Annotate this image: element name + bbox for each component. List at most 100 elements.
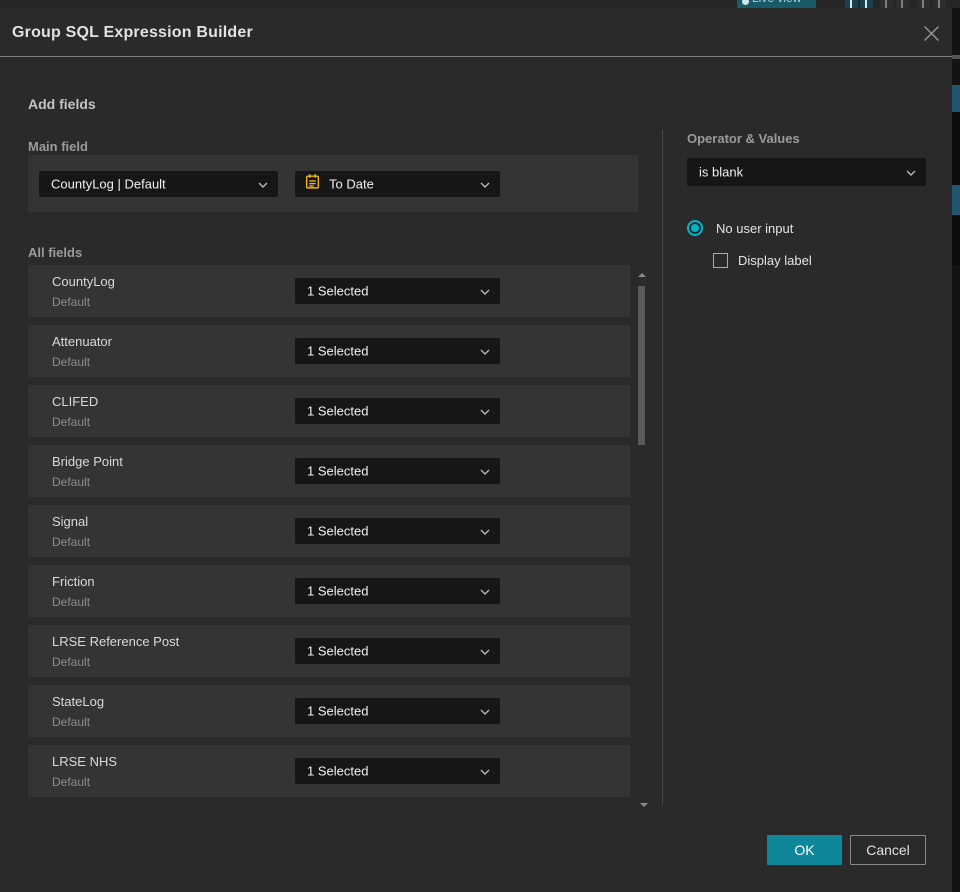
no-user-input-label: No user input (716, 220, 794, 236)
field-selection-value: 1 Selected (307, 343, 369, 359)
field-selection-value: 1 Selected (307, 763, 369, 779)
field-selection-dropdown[interactable]: 1 Selected (295, 278, 500, 304)
field-selection-dropdown[interactable]: 1 Selected (295, 758, 500, 784)
field-selection-value: 1 Selected (307, 283, 369, 299)
calendar-icon (304, 173, 321, 195)
chevron-down-icon (906, 163, 916, 181)
cancel-button[interactable]: Cancel (850, 835, 926, 865)
field-name: LRSE Reference Post (52, 634, 180, 649)
field-selection-dropdown[interactable]: 1 Selected (295, 398, 500, 424)
main-field-dropdown-value: To Date (329, 176, 374, 192)
field-subtitle: Default (52, 355, 91, 369)
field-row: Friction Default 1 Selected (28, 565, 630, 617)
operator-dropdown-value: is blank (699, 164, 744, 180)
field-selection-value: 1 Selected (307, 583, 369, 599)
field-name: Bridge Point (52, 454, 123, 469)
toolbar-icon-fragment (845, 0, 858, 8)
chevron-down-icon (480, 175, 490, 193)
fields-list-scrollbar[interactable] (636, 265, 648, 810)
field-selection-dropdown[interactable]: 1 Selected (295, 638, 500, 664)
field-selection-value: 1 Selected (307, 403, 369, 419)
main-field-box: CountyLog | Default To Date (28, 155, 638, 212)
app-edge-fragment (952, 112, 960, 187)
app-edge-fragment (952, 55, 960, 59)
app-edge-fragment (952, 215, 960, 265)
chevron-down-icon (480, 702, 490, 720)
field-selection-value: 1 Selected (307, 523, 369, 539)
field-subtitle: Default (52, 295, 91, 309)
chevron-down-icon (480, 582, 490, 600)
scroll-up-icon[interactable] (638, 273, 646, 277)
field-name: CountyLog (52, 274, 115, 289)
vertical-divider (662, 130, 663, 805)
live-view-label: Live view (752, 0, 801, 5)
chevron-down-icon (480, 762, 490, 780)
field-name: StateLog (52, 694, 105, 709)
field-row: Signal Default 1 Selected (28, 505, 630, 557)
app-top-strip: Live view (0, 0, 960, 8)
app-right-strip (952, 8, 960, 892)
field-selection-value: 1 Selected (307, 703, 369, 719)
operator-dropdown[interactable]: is blank (687, 158, 926, 186)
field-subtitle: Default (52, 655, 91, 669)
chevron-down-icon (480, 282, 490, 300)
field-name: LRSE NHS (52, 754, 118, 769)
field-subtitle: Default (52, 415, 91, 429)
field-row: LRSE NHS Default 1 Selected (28, 745, 630, 797)
add-fields-heading: Add fields (28, 96, 96, 112)
radio-selected-icon (687, 220, 703, 236)
toolbar-icon-fragment (860, 0, 873, 8)
field-name: CLIFED (52, 394, 99, 409)
field-row: Bridge Point Default 1 Selected (28, 445, 630, 497)
field-selection-value: 1 Selected (307, 463, 369, 479)
field-selection-dropdown[interactable]: 1 Selected (295, 458, 500, 484)
field-row: LRSE Reference Post Default 1 Selected (28, 625, 630, 677)
field-name: Attenuator (52, 334, 112, 349)
field-subtitle: Default (52, 775, 91, 789)
field-row: StateLog Default 1 Selected (28, 685, 630, 737)
all-fields-label: All fields (28, 245, 83, 260)
checkbox-unchecked-icon (713, 253, 728, 268)
chevron-down-icon (480, 522, 490, 540)
screen: Live view Group SQL Expression Builder A… (0, 0, 960, 892)
field-row: Attenuator Default 1 Selected (28, 325, 630, 377)
field-selection-value: 1 Selected (307, 643, 369, 659)
operator-values-label: Operator & Values (687, 131, 800, 146)
toolbar-icon-fragment (933, 0, 946, 8)
display-label-checkbox[interactable]: Display label (713, 253, 812, 268)
dot-icon (742, 0, 749, 5)
field-name: Friction (52, 574, 95, 589)
dialog-header: Group SQL Expression Builder (0, 8, 952, 57)
field-selection-dropdown[interactable]: 1 Selected (295, 698, 500, 724)
chevron-down-icon (480, 402, 490, 420)
app-edge-fragment (952, 85, 960, 112)
app-edge-fragment (952, 185, 960, 215)
scrollbar-thumb[interactable] (638, 286, 645, 445)
field-selection-dropdown[interactable]: 1 Selected (295, 338, 500, 364)
layer-dropdown-value: CountyLog | Default (51, 176, 166, 192)
field-row: CLIFED Default 1 Selected (28, 385, 630, 437)
scroll-down-icon[interactable] (640, 803, 648, 807)
layer-dropdown[interactable]: CountyLog | Default (39, 171, 278, 197)
close-icon[interactable] (922, 24, 941, 43)
ok-button[interactable]: OK (767, 835, 842, 865)
field-subtitle: Default (52, 715, 91, 729)
toolbar-icon-fragment (917, 0, 930, 8)
chevron-down-icon (480, 462, 490, 480)
live-view-button: Live view (737, 0, 816, 8)
field-row: CountyLog Default 1 Selected (28, 265, 630, 317)
chevron-down-icon (480, 642, 490, 660)
all-fields-list: CountyLog Default 1 Selected Attenuator … (28, 265, 630, 805)
group-sql-expression-builder-dialog: Group SQL Expression Builder Add fields … (0, 8, 952, 892)
main-field-dropdown[interactable]: To Date (295, 171, 500, 197)
no-user-input-radio[interactable]: No user input (687, 220, 793, 236)
field-selection-dropdown[interactable]: 1 Selected (295, 518, 500, 544)
dialog-title: Group SQL Expression Builder (12, 24, 253, 41)
toolbar-icon-fragment (896, 0, 909, 8)
field-subtitle: Default (52, 535, 91, 549)
main-field-label: Main field (28, 139, 88, 154)
field-subtitle: Default (52, 595, 91, 609)
field-selection-dropdown[interactable]: 1 Selected (295, 578, 500, 604)
display-label-label: Display label (738, 253, 812, 268)
field-subtitle: Default (52, 475, 91, 489)
